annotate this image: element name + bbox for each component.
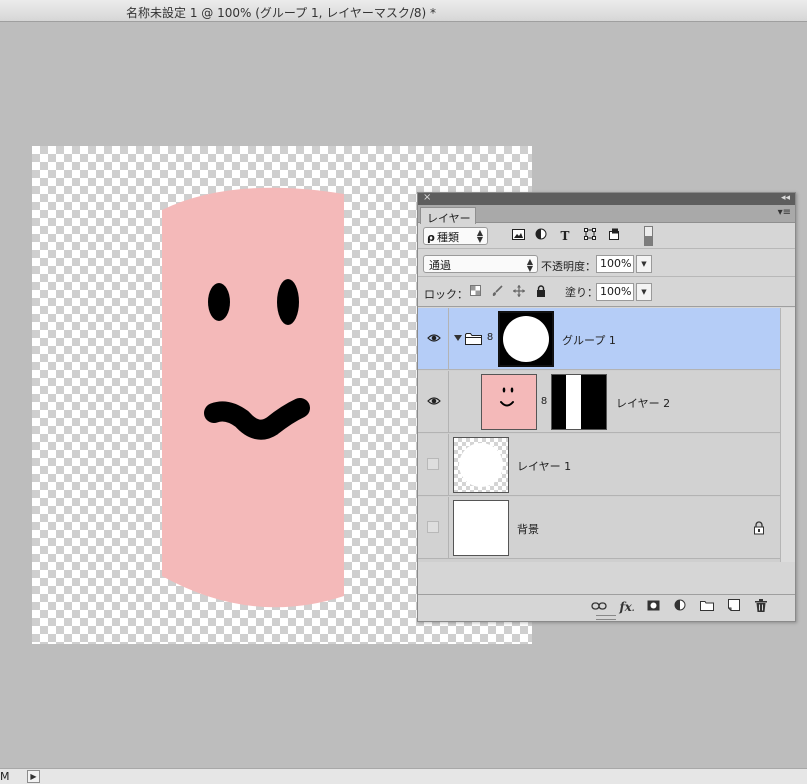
hidden-visibility-box[interactable] [427,458,439,470]
zoom-readout[interactable]: M [0,770,26,784]
filter-kind-label: 種類 [437,231,459,244]
tab-layers[interactable]: レイヤー [420,207,476,225]
layer-name-layer-1[interactable]: レイヤー 1 [517,458,571,474]
panel-tabbar: レイヤー ▾≡ [418,205,795,225]
background-thumbnail[interactable] [453,500,509,556]
eye-icon[interactable] [427,333,441,343]
status-menu-arrow-icon[interactable]: ▶ [27,770,40,783]
opacity-label: 不透明度： [541,260,596,273]
layer-row-group-1[interactable]: 8 グループ 1 [418,308,780,370]
layer-list: 8 グループ 1 8 レイヤー 2 レイヤー 1 背景 [418,308,780,562]
white-circle-preview [459,443,503,487]
updown-arrows-icon: ▲ ▼ [476,228,483,244]
layer-name-layer-2[interactable]: レイヤー 2 [616,395,670,411]
fx-dropdown-marker: . [631,603,635,613]
panel-close-icon[interactable]: × [423,192,431,204]
mask-link-chain-icon[interactable]: 8 [539,395,549,409]
document-titlebar: 名称未設定 1 @ 100% (グループ 1, レイヤーマスク/8) * [0,0,807,22]
fill-dropdown-arrow-icon[interactable]: ▼ [636,283,652,301]
layer-2-mask-thumbnail[interactable] [551,374,607,430]
adjustment-layer-icon[interactable] [671,599,689,615]
pink-face-shape [162,187,344,608]
document-title: 名称未設定 1 @ 100% (グループ 1, レイヤーマスク/8) * [126,6,437,20]
opacity-input[interactable]: 100% [596,255,634,273]
blend-row: 通過 ▲ ▼ 不透明度： 100% ▼ [418,250,795,277]
layer-2-thumbnail[interactable] [481,374,537,430]
panel-footer: fx. [418,594,795,620]
lock-transparent-pixels-icon[interactable] [468,285,482,299]
white-circle-mask-preview [503,316,549,362]
layer-row-layer-2[interactable]: 8 レイヤー 2 [418,371,780,433]
stripe-mask-preview [552,375,606,429]
fill-label: 塗り： [565,286,598,299]
background-lock-icon[interactable] [753,521,765,535]
layer-list-scrollbar[interactable] [780,308,795,562]
blend-mode-select[interactable]: 通過 ▲ ▼ [423,255,538,273]
fill-input[interactable]: 100% [596,283,634,301]
layer-style-fx-button[interactable]: fx. [618,599,636,615]
fx-icon: fx [619,600,632,614]
lock-image-pixels-brush-icon[interactable] [490,285,504,299]
hidden-visibility-box[interactable] [427,521,439,533]
updown-arrows-icon: ▲ ▼ [526,257,533,273]
layer-1-thumbnail[interactable] [453,437,509,493]
type-filter-icon[interactable]: T [557,228,573,244]
folder-icon [465,333,482,345]
lock-label: ロック： [424,288,468,301]
lock-position-move-icon[interactable] [512,285,526,299]
delete-layer-trash-icon[interactable] [752,599,770,615]
layer-name-group-1[interactable]: グループ 1 [562,332,616,348]
filter-row: ρ 種類 ▲ ▼ T [418,223,795,249]
right-eye [277,279,299,325]
panel-topbar[interactable]: × ◂◂ [418,192,795,205]
link-layers-icon[interactable] [590,599,608,615]
lock-row: ロック： 塗り： 100% ▼ [418,278,795,307]
panel-menu-icon[interactable]: ▾≡ [778,207,791,218]
visibility-cell[interactable] [418,497,449,559]
panel-resize-grip[interactable] [596,615,616,620]
eye-icon[interactable] [427,396,441,406]
new-group-folder-icon[interactable] [698,599,716,615]
panel-collapse-icon[interactable]: ◂◂ [781,192,790,204]
visibility-cell[interactable] [418,308,449,370]
smart-object-filter-icon[interactable] [606,228,622,244]
layer-name-background[interactable]: 背景 [517,521,539,537]
image-filter-icon[interactable] [510,228,526,244]
left-eye [208,283,230,321]
group-mask-thumbnail[interactable] [498,311,554,367]
adjustment-filter-icon[interactable] [533,228,549,244]
add-mask-icon[interactable] [644,599,662,615]
layers-panel: × ◂◂ レイヤー ▾≡ ρ 種類 ▲ ▼ T 通過 ▲ ▼ 不透明度： 100% [417,192,796,622]
filter-toggle-switch[interactable] [644,226,653,246]
mask-link-chain-icon[interactable]: 8 [485,331,495,345]
search-icon: ρ [427,231,435,244]
group-expand-triangle-icon[interactable] [454,335,462,341]
visibility-cell[interactable] [418,434,449,496]
shape-filter-icon[interactable] [582,228,598,244]
smiley-preview [500,387,514,407]
filter-kind-select[interactable]: ρ 種類 ▲ ▼ [423,227,488,245]
layer-row-background[interactable]: 背景 [418,497,780,559]
lock-all-icon[interactable] [534,285,548,299]
statusbar: M ▶ [0,768,807,784]
visibility-cell[interactable] [418,371,449,433]
opacity-dropdown-arrow-icon[interactable]: ▼ [636,255,652,273]
blend-mode-value: 通過 [429,259,451,272]
new-layer-icon[interactable] [725,599,743,615]
layer-row-layer-1[interactable]: レイヤー 1 [418,434,780,496]
